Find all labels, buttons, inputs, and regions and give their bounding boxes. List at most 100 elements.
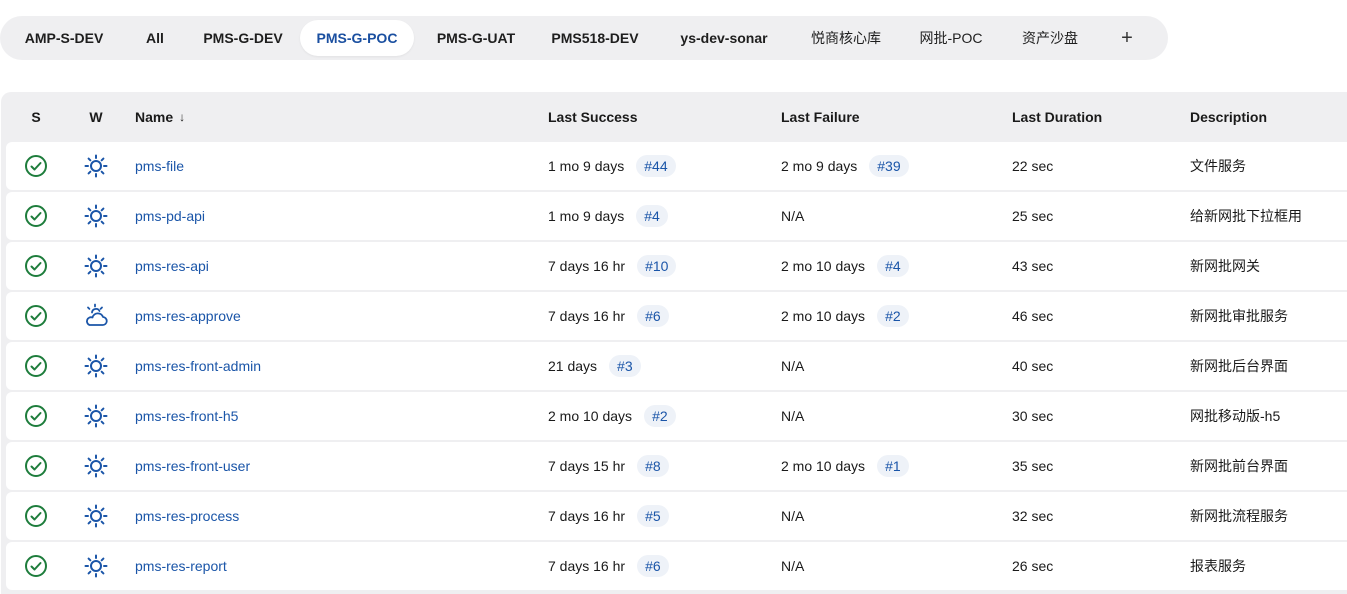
- sunny-weather-icon[interactable]: [81, 192, 111, 240]
- sunny-weather-icon[interactable]: [81, 542, 111, 590]
- tab-ys-dev-sonar[interactable]: ys-dev-sonar: [660, 20, 788, 56]
- last-success-time: 2 mo 10 days: [548, 408, 633, 424]
- last-duration: 26 sec: [1012, 558, 1054, 574]
- job-description: 新网批流程服务: [1190, 508, 1288, 524]
- last-success-build-link[interactable]: #8: [637, 455, 669, 477]
- table-row: pms-res-process 7 days 16 hr #5 N/A 32 sec 新网…: [6, 492, 1347, 540]
- add-tab-button[interactable]: +: [1102, 20, 1152, 56]
- job-name-link[interactable]: pms-file: [135, 158, 184, 174]
- job-table: S W Name ↓ Last Success Last Failure Las…: [1, 92, 1347, 594]
- job-description: 新网批审批服务: [1190, 308, 1288, 324]
- last-duration: 35 sec: [1012, 458, 1054, 474]
- last-failure-build-link[interactable]: #39: [869, 155, 909, 177]
- tab-pms-g-dev[interactable]: PMS-G-DEV: [186, 20, 300, 56]
- last-failure-build-link[interactable]: #2: [877, 305, 909, 327]
- last-success-build-link[interactable]: #6: [637, 305, 669, 327]
- last-duration: 30 sec: [1012, 408, 1054, 424]
- last-success-time: 7 days 16 hr: [548, 258, 626, 274]
- success-status-icon[interactable]: [21, 142, 51, 190]
- tab-asset-sandbox[interactable]: 资产沙盘: [998, 20, 1102, 56]
- last-success-time: 7 days 16 hr: [548, 558, 626, 574]
- last-success-build-link[interactable]: #5: [637, 505, 669, 527]
- tab-pms-g-poc[interactable]: PMS-G-POC: [300, 20, 414, 56]
- last-success-time: 7 days 16 hr: [548, 508, 626, 524]
- table-row: pms-res-report 7 days 16 hr #6 N/A 26 sec 报表服…: [6, 542, 1347, 590]
- last-duration: 43 sec: [1012, 258, 1054, 274]
- last-success-build-link[interactable]: #3: [609, 355, 641, 377]
- job-description: 新网批后台界面: [1190, 358, 1288, 374]
- job-name-link[interactable]: pms-res-report: [135, 558, 227, 574]
- sunny-weather-icon[interactable]: [81, 392, 111, 440]
- tab-wangpi-poc[interactable]: 网批-POC: [904, 20, 998, 56]
- partly-cloudy-weather-icon[interactable]: [81, 292, 111, 340]
- header-status[interactable]: S: [21, 92, 51, 142]
- last-failure-time: N/A: [781, 208, 805, 224]
- last-failure-build-link[interactable]: #4: [877, 255, 909, 277]
- header-description[interactable]: Description: [1190, 92, 1267, 142]
- tab-pms-g-uat[interactable]: PMS-G-UAT: [422, 20, 530, 56]
- last-duration: 25 sec: [1012, 208, 1054, 224]
- header-last-success[interactable]: Last Success: [548, 92, 638, 142]
- table-row: pms-file 1 mo 9 days #44 2 mo 9 days #39 22 s…: [6, 142, 1347, 190]
- job-description: 报表服务: [1190, 558, 1246, 574]
- tab-amp-s-dev[interactable]: AMP-S-DEV: [4, 20, 124, 56]
- tab-all[interactable]: All: [124, 20, 186, 56]
- sunny-weather-icon[interactable]: [81, 492, 111, 540]
- sunny-weather-icon[interactable]: [81, 342, 111, 390]
- last-failure-time: N/A: [781, 358, 805, 374]
- last-failure-time: N/A: [781, 558, 805, 574]
- last-duration: 40 sec: [1012, 358, 1054, 374]
- last-success-time: 1 mo 9 days: [548, 158, 625, 174]
- last-success-time: 1 mo 9 days: [548, 208, 625, 224]
- last-failure-time: N/A: [781, 408, 805, 424]
- sunny-weather-icon[interactable]: [81, 142, 111, 190]
- success-status-icon[interactable]: [21, 292, 51, 340]
- job-description: 新网批前台界面: [1190, 458, 1288, 474]
- tab-yueshang-core[interactable]: 悦商核心库: [788, 20, 904, 56]
- header-last-duration[interactable]: Last Duration: [1012, 92, 1102, 142]
- sort-down-icon: ↓: [179, 110, 186, 124]
- job-name-link[interactable]: pms-pd-api: [135, 208, 205, 224]
- table-row: pms-res-api 7 days 16 hr #10 2 mo 10 days #4…: [6, 242, 1347, 290]
- view-tabs: AMP-S-DEV All PMS-G-DEV PMS-G-POC PMS-G-…: [0, 16, 1168, 60]
- tab-pms518-dev[interactable]: PMS518-DEV: [530, 20, 660, 56]
- job-name-link[interactable]: pms-res-approve: [135, 308, 241, 324]
- last-success-build-link[interactable]: #6: [637, 555, 669, 577]
- job-name-link[interactable]: pms-res-front-admin: [135, 358, 261, 374]
- success-status-icon[interactable]: [21, 542, 51, 590]
- last-success-build-link[interactable]: #4: [636, 205, 668, 227]
- success-status-icon[interactable]: [21, 492, 51, 540]
- success-status-icon[interactable]: [21, 442, 51, 490]
- table-row: pms-res-front-user 7 days 15 hr #8 2 mo 10 …: [6, 442, 1347, 490]
- last-success-build-link[interactable]: #2: [644, 405, 676, 427]
- last-success-build-link[interactable]: #10: [637, 255, 677, 277]
- sunny-weather-icon[interactable]: [81, 442, 111, 490]
- job-name-link[interactable]: pms-res-front-user: [135, 458, 250, 474]
- success-status-icon[interactable]: [21, 242, 51, 290]
- last-failure-time: 2 mo 10 days: [781, 458, 866, 474]
- sunny-weather-icon[interactable]: [81, 242, 111, 290]
- last-failure-build-link[interactable]: #1: [877, 455, 909, 477]
- last-failure-time: 2 mo 9 days: [781, 158, 858, 174]
- header-last-failure[interactable]: Last Failure: [781, 92, 860, 142]
- last-success-time: 21 days: [548, 358, 598, 374]
- job-name-link[interactable]: pms-res-front-h5: [135, 408, 238, 424]
- table-row: pms-res-front-admin 21 days #3 N/A 40 sec 新网批…: [6, 342, 1347, 390]
- tab-spacer: [414, 20, 422, 56]
- last-failure-time: 2 mo 10 days: [781, 308, 866, 324]
- last-failure-time: 2 mo 10 days: [781, 258, 866, 274]
- last-success-build-link[interactable]: #44: [636, 155, 676, 177]
- header-name[interactable]: Name ↓: [135, 92, 185, 142]
- last-duration: 46 sec: [1012, 308, 1054, 324]
- job-name-link[interactable]: pms-res-process: [135, 508, 239, 524]
- success-status-icon[interactable]: [21, 192, 51, 240]
- table-row: pms-pd-api 1 mo 9 days #4 N/A 25 sec 给新网批下拉框用: [6, 192, 1347, 240]
- success-status-icon[interactable]: [21, 392, 51, 440]
- header-name-label: Name: [135, 109, 174, 125]
- job-name-link[interactable]: pms-res-api: [135, 258, 209, 274]
- job-description: 新网批网关: [1190, 258, 1260, 274]
- last-duration: 32 sec: [1012, 508, 1054, 524]
- last-duration: 22 sec: [1012, 158, 1054, 174]
- header-weather[interactable]: W: [81, 92, 111, 142]
- success-status-icon[interactable]: [21, 342, 51, 390]
